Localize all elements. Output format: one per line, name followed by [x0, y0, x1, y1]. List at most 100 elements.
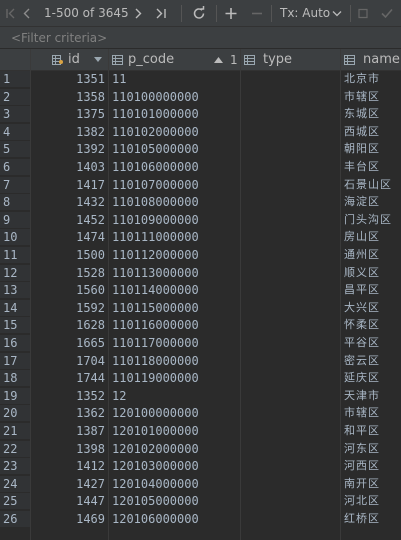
first-page-icon[interactable]: [4, 0, 16, 27]
row-gutter[interactable]: 14: [0, 299, 30, 316]
cell-name[interactable]: 北京市: [344, 71, 401, 87]
cell-p-code[interactable]: 110100000000: [112, 89, 237, 105]
column-header-p-code[interactable]: p_code 1: [112, 49, 242, 71]
table-row[interactable]: 4 1382 110102000000 西城区: [0, 123, 401, 140]
cell-p-code[interactable]: 110114000000: [112, 282, 237, 298]
cell-p-code[interactable]: 110117000000: [112, 335, 237, 351]
cell-id[interactable]: 1560: [30, 282, 105, 298]
cell-id[interactable]: 1382: [30, 124, 105, 140]
refresh-icon[interactable]: [191, 0, 207, 27]
cell-id[interactable]: 1412: [30, 458, 105, 474]
cell-name[interactable]: 丰台区: [344, 159, 401, 175]
row-gutter[interactable]: 8: [0, 194, 30, 211]
table-row[interactable]: 10 1474 110111000000 房山区: [0, 229, 401, 246]
cell-id[interactable]: 1665: [30, 335, 105, 351]
cell-p-code[interactable]: 110113000000: [112, 265, 237, 281]
table-row[interactable]: 1 1351 11 北京市: [0, 71, 401, 87]
cell-name[interactable]: 延庆区: [344, 370, 401, 386]
cell-id[interactable]: 1352: [30, 388, 105, 404]
cell-p-code[interactable]: 110118000000: [112, 353, 237, 369]
row-gutter[interactable]: 3: [0, 106, 30, 123]
cell-p-code[interactable]: 110102000000: [112, 124, 237, 140]
cell-name[interactable]: 房山区: [344, 229, 401, 245]
cell-id[interactable]: 1358: [30, 89, 105, 105]
cell-id[interactable]: 1592: [30, 300, 105, 316]
row-gutter[interactable]: 23: [0, 458, 30, 475]
cell-id[interactable]: 1392: [30, 141, 105, 157]
cell-p-code[interactable]: 110116000000: [112, 317, 237, 333]
cell-id[interactable]: 1628: [30, 317, 105, 333]
row-gutter[interactable]: 5: [0, 141, 30, 158]
row-gutter[interactable]: 6: [0, 159, 30, 175]
cell-p-code[interactable]: 110108000000: [112, 194, 237, 210]
table-row[interactable]: 9 1452 110109000000 门头沟区: [0, 211, 401, 228]
table-row[interactable]: 25 1447 120105000000 河北区: [0, 493, 401, 510]
dropdown-arrow-icon[interactable]: [94, 57, 102, 63]
column-header-id[interactable]: id: [52, 49, 105, 71]
cell-p-code[interactable]: 110111000000: [112, 229, 237, 245]
cell-id[interactable]: 1469: [30, 511, 105, 527]
row-gutter[interactable]: 17: [0, 352, 30, 369]
cell-id[interactable]: 1362: [30, 405, 105, 421]
table-row[interactable]: 2 1358 110100000000 市辖区: [0, 88, 401, 105]
cell-name[interactable]: 河北区: [344, 493, 401, 509]
table-row[interactable]: 24 1427 120104000000 南开区: [0, 475, 401, 492]
table-row[interactable]: 16 1665 110117000000 平谷区: [0, 335, 401, 351]
cell-p-code[interactable]: 110105000000: [112, 141, 237, 157]
cell-p-code[interactable]: 120102000000: [112, 441, 237, 457]
row-gutter[interactable]: 7: [0, 176, 30, 193]
cell-id[interactable]: 1403: [30, 159, 105, 175]
page-range-label[interactable]: 1-500 of 3645: [44, 0, 129, 27]
table-row[interactable]: 12 1528 110113000000 顺义区: [0, 264, 401, 281]
remove-row-icon[interactable]: [250, 0, 264, 27]
cell-p-code[interactable]: 120101000000: [112, 423, 237, 439]
cell-name[interactable]: 海淀区: [344, 194, 401, 210]
cell-name[interactable]: 石景山区: [344, 177, 401, 193]
table-row[interactable]: 17 1704 110118000000 密云区: [0, 352, 401, 369]
sort-ascending-icon[interactable]: [214, 57, 223, 63]
row-gutter[interactable]: 10: [0, 229, 30, 246]
cell-p-code[interactable]: 110109000000: [112, 212, 237, 228]
row-gutter[interactable]: 12: [0, 264, 30, 281]
row-gutter[interactable]: 26: [0, 511, 30, 527]
cell-p-code[interactable]: 120104000000: [112, 476, 237, 492]
cell-p-code[interactable]: 120103000000: [112, 458, 237, 474]
cell-name[interactable]: 河东区: [344, 441, 401, 457]
cell-p-code[interactable]: 120106000000: [112, 511, 237, 527]
table-row[interactable]: 8 1432 110108000000 海淀区: [0, 194, 401, 211]
revert-icon[interactable]: [356, 0, 370, 27]
cell-id[interactable]: 1500: [30, 247, 105, 263]
table-row[interactable]: 13 1560 110114000000 昌平区: [0, 282, 401, 299]
cell-p-code[interactable]: 110112000000: [112, 247, 237, 263]
cell-id[interactable]: 1452: [30, 212, 105, 228]
row-gutter[interactable]: 2: [0, 88, 30, 105]
row-gutter[interactable]: 20: [0, 405, 30, 422]
cell-id[interactable]: 1351: [30, 71, 105, 87]
cell-name[interactable]: 东城区: [344, 106, 401, 122]
cell-id[interactable]: 1704: [30, 353, 105, 369]
row-gutter[interactable]: 9: [0, 211, 30, 228]
table-row[interactable]: 21 1387 120101000000 和平区: [0, 423, 401, 439]
last-page-icon[interactable]: [155, 0, 169, 27]
chevron-down-icon[interactable]: [332, 0, 342, 27]
cell-id[interactable]: 1474: [30, 229, 105, 245]
cell-p-code[interactable]: 110106000000: [112, 159, 237, 175]
cell-id[interactable]: 1427: [30, 476, 105, 492]
table-row[interactable]: 11 1500 110112000000 通州区: [0, 247, 401, 263]
cell-p-code[interactable]: 110107000000: [112, 177, 237, 193]
table-row[interactable]: 22 1398 120102000000 河东区: [0, 440, 401, 457]
cell-id[interactable]: 1375: [30, 106, 105, 122]
table-row[interactable]: 7 1417 110107000000 石景山区: [0, 176, 401, 193]
cell-p-code[interactable]: 11: [112, 71, 237, 87]
cell-name[interactable]: 南开区: [344, 476, 401, 492]
row-gutter[interactable]: 1: [0, 71, 30, 87]
cell-name[interactable]: 怀柔区: [344, 317, 401, 333]
cell-p-code[interactable]: 110101000000: [112, 106, 237, 122]
cell-name[interactable]: 顺义区: [344, 265, 401, 281]
column-header-name[interactable]: name: [344, 49, 401, 71]
table-row[interactable]: 15 1628 110116000000 怀柔区: [0, 317, 401, 334]
cell-name[interactable]: 天津市: [344, 388, 401, 404]
cell-id[interactable]: 1387: [30, 423, 105, 439]
column-header-type[interactable]: type: [244, 49, 339, 71]
cell-id[interactable]: 1447: [30, 493, 105, 509]
